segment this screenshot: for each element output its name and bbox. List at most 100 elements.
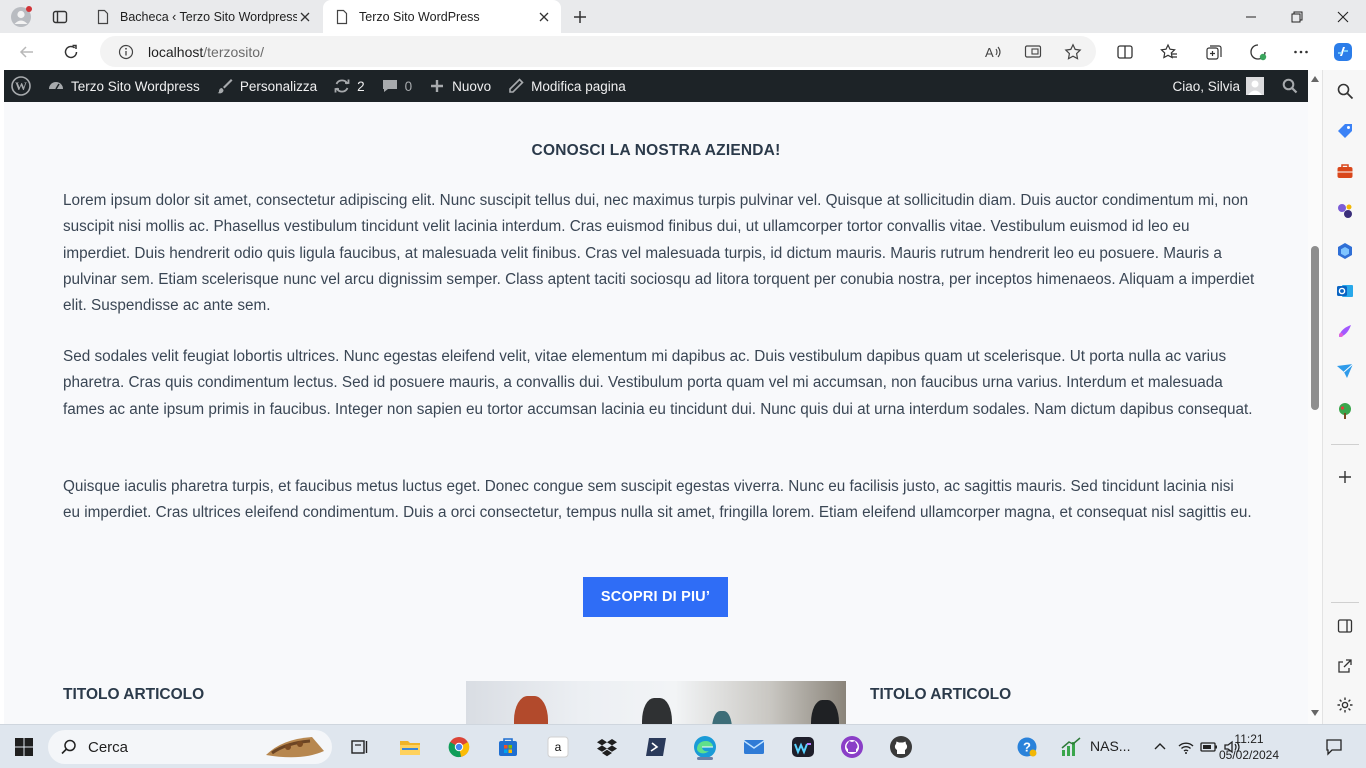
tab-title: Terzo Sito WordPress <box>359 9 480 24</box>
dashboard-icon <box>47 77 65 95</box>
external-link-icon[interactable] <box>1334 655 1356 677</box>
close-tab-icon[interactable] <box>536 9 552 25</box>
brush-icon <box>216 77 234 95</box>
profile-icon[interactable] <box>8 4 34 30</box>
search-label: Cerca <box>88 738 129 756</box>
system-clock[interactable]: 11:21 05/02/2024 <box>1214 731 1284 763</box>
comments-menu[interactable]: 0 <box>373 70 421 102</box>
close-window-icon[interactable] <box>1320 0 1366 33</box>
send-icon[interactable] <box>1334 360 1356 382</box>
scroll-thumb[interactable] <box>1311 246 1319 410</box>
dropbox-icon[interactable] <box>593 733 621 761</box>
tab-terzo-sito[interactable]: Terzo Sito WordPress <box>323 0 561 33</box>
url-host: localhost <box>148 43 204 60</box>
browser-essentials-icon[interactable] <box>1247 41 1269 63</box>
designer-icon[interactable] <box>1334 320 1356 342</box>
browser-tab-bar: Bacheca ‹ Terzo Sito Wordpress — Terzo S… <box>0 0 1366 33</box>
lamp-shape <box>712 711 732 724</box>
article-title[interactable]: TITOLO ARTICOLO <box>63 686 204 704</box>
wordpress-logo-icon[interactable]: W <box>4 70 39 102</box>
wp-admin-bar: W Terzo Sito Wordpress Personalizza 2 0 <box>4 70 1308 102</box>
clock-date: 05/02/2024 <box>1218 748 1280 762</box>
address-bar: localhost/terzosito/ A <box>0 33 1366 70</box>
taskbar-search[interactable]: Cerca <box>48 730 332 764</box>
powershell-icon[interactable] <box>642 733 670 761</box>
customize-label: Personalizza <box>239 78 318 94</box>
new-tab-icon[interactable] <box>567 4 593 30</box>
new-content-menu[interactable]: Nuovo <box>420 70 499 102</box>
admin-search-icon[interactable] <box>1272 70 1308 102</box>
task-view-icon[interactable] <box>346 733 374 761</box>
edit-page-label: Modifica pagina <box>531 78 626 94</box>
url-text: localhost/terzosito/ <box>148 44 264 60</box>
favorite-star-icon[interactable] <box>1062 41 1084 63</box>
more-menu-icon[interactable] <box>1290 41 1312 63</box>
outlook-icon[interactable] <box>1334 280 1356 302</box>
close-tab-icon[interactable] <box>297 9 313 25</box>
microsoft-365-icon[interactable] <box>1334 240 1356 262</box>
weather-tray-label[interactable]: NAS... <box>1090 738 1130 754</box>
minimize-icon[interactable] <box>1228 0 1274 33</box>
tree-icon[interactable] <box>1334 400 1356 422</box>
chevron-up-icon[interactable] <box>1146 733 1174 761</box>
amazon-icon[interactable]: a <box>544 733 572 761</box>
page-viewport: W Terzo Sito Wordpress Personalizza 2 0 <box>4 70 1308 724</box>
tab-bacheca[interactable]: Bacheca ‹ Terzo Sito Wordpress — <box>84 0 322 33</box>
new-label: Nuovo <box>452 78 492 94</box>
chrome-icon[interactable] <box>445 733 473 761</box>
page-icon <box>95 9 111 25</box>
edge-icon[interactable] <box>691 733 719 761</box>
notifications-icon[interactable] <box>1320 733 1348 761</box>
favorites-icon[interactable] <box>1158 41 1180 63</box>
add-icon[interactable] <box>1334 466 1356 488</box>
article-image[interactable] <box>466 681 846 724</box>
site-name-menu[interactable]: Terzo Sito Wordpress <box>39 70 208 102</box>
edge-sidebar <box>1322 70 1366 724</box>
games-icon[interactable] <box>1334 200 1356 222</box>
svg-text:A: A <box>985 45 994 60</box>
github-icon[interactable] <box>887 733 915 761</box>
customize-menu[interactable]: Personalizza <box>208 70 325 102</box>
settings-gear-icon[interactable] <box>1334 694 1356 716</box>
collections-icon[interactable] <box>1203 41 1225 63</box>
article-title[interactable]: TITOLO ARTICOLO <box>870 686 1011 704</box>
stock-chart-icon[interactable] <box>1057 733 1085 761</box>
mail-icon[interactable] <box>740 733 768 761</box>
account-menu[interactable]: Ciao, Silvia <box>1164 70 1272 102</box>
tab-actions-icon[interactable] <box>47 4 73 30</box>
windows-taskbar: Cerca a ? NAS... 11:21 05/02/2024 <box>0 724 1366 768</box>
lamp-shape <box>642 698 672 724</box>
section-heading: CONOSCI LA NOSTRA AZIENDA! <box>531 142 781 159</box>
plus-icon <box>428 77 446 95</box>
help-icon[interactable]: ? <box>1013 733 1041 761</box>
reload-icon[interactable] <box>60 41 82 63</box>
page-scrollbar[interactable] <box>1308 70 1322 724</box>
svg-text:a: a <box>555 740 562 754</box>
tab-title: Bacheca ‹ Terzo Sito Wordpress — <box>120 9 297 24</box>
windows-start-icon[interactable] <box>10 733 38 761</box>
active-app-indicator <box>697 757 713 760</box>
webex-icon[interactable] <box>789 733 817 761</box>
microsoft-store-icon[interactable] <box>494 733 522 761</box>
copilot-icon[interactable] <box>1332 41 1354 63</box>
search-highlight-image <box>266 737 324 758</box>
back-icon[interactable] <box>16 41 38 63</box>
file-explorer-icon[interactable] <box>396 733 424 761</box>
split-screen-icon[interactable] <box>1114 41 1136 63</box>
site-info-icon[interactable] <box>118 44 134 60</box>
sidebar-panel-icon[interactable] <box>1334 615 1356 637</box>
tools-briefcase-icon[interactable] <box>1334 160 1356 182</box>
discover-more-button[interactable]: SCOPRI DI PIU’ <box>583 577 728 617</box>
read-aloud-icon[interactable]: A <box>982 41 1004 63</box>
url-field[interactable]: localhost/terzosito/ <box>100 36 1096 67</box>
restore-icon[interactable] <box>1274 0 1320 33</box>
app-available-icon[interactable] <box>1022 41 1044 63</box>
search-icon[interactable] <box>1334 80 1356 102</box>
pencil-icon <box>507 77 525 95</box>
updates-menu[interactable]: 2 <box>325 70 373 102</box>
shopping-tag-icon[interactable] <box>1334 120 1356 142</box>
edit-page-menu[interactable]: Modifica pagina <box>499 70 634 102</box>
scroll-up-icon <box>1311 76 1319 82</box>
github-desktop-icon[interactable] <box>838 733 866 761</box>
updates-icon <box>333 77 351 95</box>
